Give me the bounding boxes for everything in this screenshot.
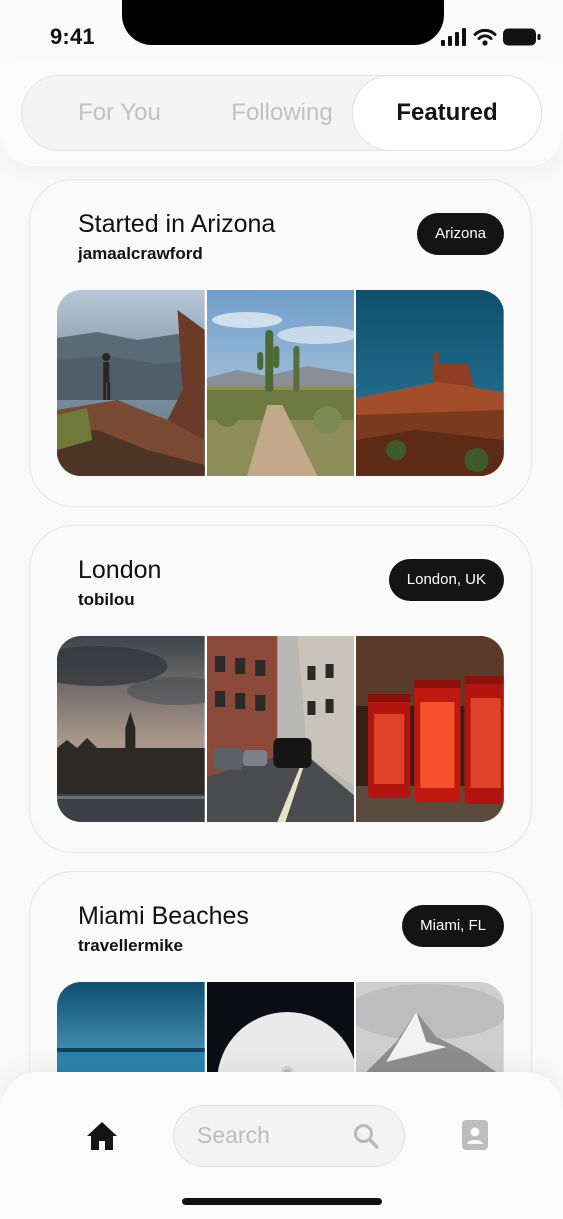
status-icons <box>441 27 541 47</box>
location-badge[interactable]: London, UK <box>388 559 504 601</box>
card-username[interactable]: jamaalcrawford <box>78 244 203 264</box>
wifi-icon <box>473 28 497 46</box>
canyon-hiker-photo[interactable] <box>57 290 205 476</box>
battery-icon <box>503 28 541 46</box>
london-street-taxi-photo[interactable] <box>206 636 355 822</box>
tab-following[interactable]: Following <box>212 76 352 149</box>
trip-card-arizona[interactable]: Started in Arizona jamaalcrawford Arizon… <box>29 179 532 507</box>
location-badge[interactable]: Arizona <box>417 213 504 255</box>
profile-button[interactable] <box>461 1119 489 1151</box>
photo-strip <box>57 290 504 476</box>
cellular-signal-icon <box>441 28 466 46</box>
big-ben-skyline-photo[interactable] <box>57 636 205 822</box>
status-time: 9:41 <box>50 24 95 49</box>
home-indicator <box>182 1198 382 1205</box>
app-screen: 9:41 For You Following Featured Started … <box>0 0 563 1219</box>
search-icon[interactable] <box>352 1122 380 1150</box>
card-username[interactable]: tobilou <box>78 590 135 610</box>
card-title: Miami Beaches <box>78 902 249 930</box>
segmented-tabs: For You Following Featured <box>21 74 542 151</box>
search-placeholder: Search <box>197 1122 270 1148</box>
card-title: Started in Arizona <box>78 210 276 238</box>
search-input[interactable]: Search <box>173 1105 405 1167</box>
tab-featured[interactable]: Featured <box>352 74 542 151</box>
card-username[interactable]: travellermike <box>78 936 183 956</box>
photo-strip <box>57 636 504 822</box>
desert-cactus-path-photo[interactable] <box>206 290 355 476</box>
monument-valley-butte-photo[interactable] <box>356 290 504 476</box>
card-title: London <box>78 556 162 584</box>
location-badge[interactable]: Miami, FL <box>402 905 504 947</box>
status-bar: 9:41 <box>0 0 563 60</box>
profile-icon <box>462 1120 488 1150</box>
home-button[interactable] <box>85 1120 119 1152</box>
device-notch <box>122 0 444 45</box>
red-phone-boxes-photo[interactable] <box>356 636 504 822</box>
tabs-header: For You Following Featured <box>0 60 563 166</box>
trip-card-london[interactable]: London tobilou London, UK <box>29 525 532 853</box>
bottom-nav-bar: Search <box>0 1072 563 1219</box>
tab-for-you[interactable]: For You <box>52 76 187 149</box>
home-icon <box>87 1122 117 1150</box>
